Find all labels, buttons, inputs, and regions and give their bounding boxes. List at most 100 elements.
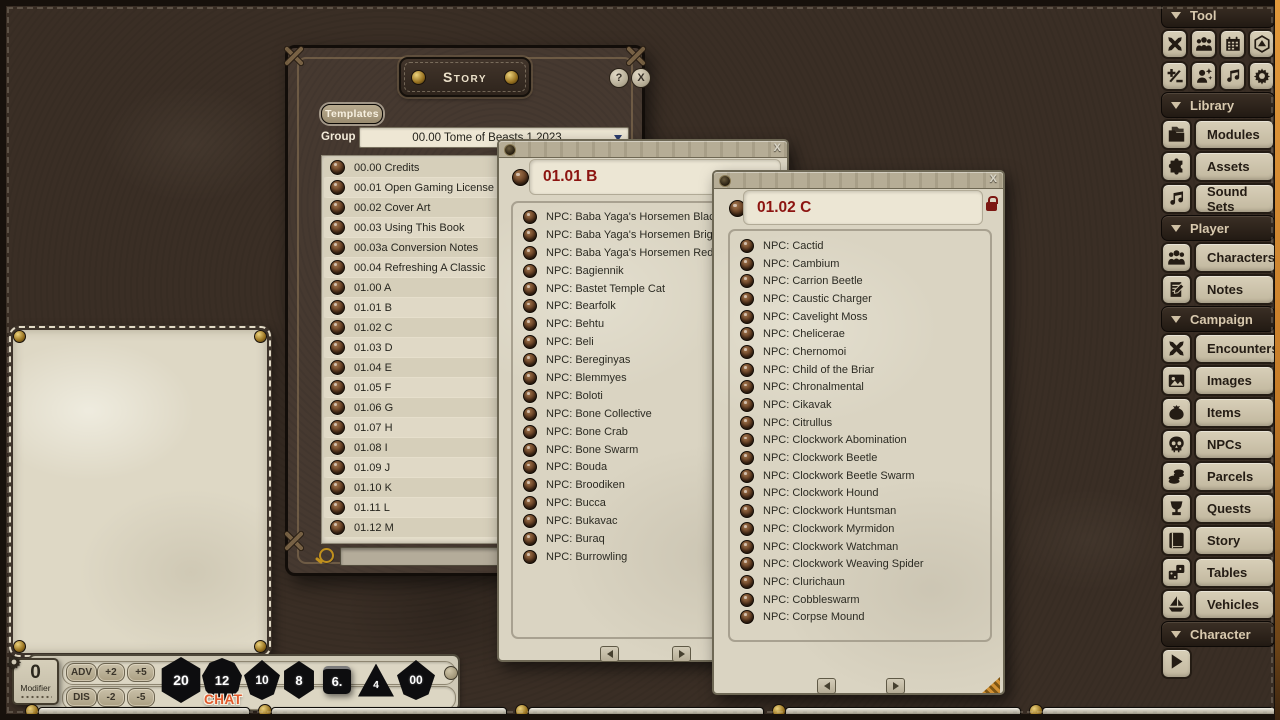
npc-link-label[interactable]: NPC: Blemmyes [546,372,627,384]
link-orb-icon[interactable] [330,380,345,395]
npc-link-label[interactable]: NPC: Buraq [546,533,605,545]
link-orb-icon[interactable] [523,532,537,546]
d100-die[interactable]: 00 [397,660,435,700]
link-orb-icon[interactable] [523,514,537,528]
sidebar-icon-button[interactable] [1161,589,1192,620]
npc-link-label[interactable]: NPC: Caustic Charger [763,293,872,305]
npc-link-row[interactable]: NPC: Clockwork Watchman [730,538,990,556]
link-orb-icon[interactable] [740,310,754,324]
sidebar-icon-button[interactable] [1161,242,1192,273]
npc-link-label[interactable]: NPC: Chelicerae [763,328,845,340]
link-orb-icon[interactable] [330,300,345,315]
npc-link-label[interactable]: NPC: Clurichaun [763,576,845,588]
link-orb-icon[interactable] [740,292,754,306]
link-orb-icon[interactable] [330,280,345,295]
npc-link-label[interactable]: NPC: Clockwork Weaving Spider [763,558,924,570]
npc-link-row[interactable]: NPC: Child of the Briar [730,361,990,379]
npc-link-label[interactable]: NPC: Corpse Mound [763,611,865,623]
npc-link-row[interactable]: NPC: Cobbleswarm [730,591,990,609]
npc-link-label[interactable]: NPC: Clockwork Watchman [763,541,898,553]
window-title-box[interactable]: 01.02 C [743,190,983,225]
link-orb-icon[interactable] [330,260,345,275]
npc-link-row[interactable]: NPC: Cactid [730,237,990,255]
npc-link-label[interactable]: NPC: Burrowling [546,551,627,563]
npc-link-label[interactable]: NPC: Bastet Temple Cat [546,283,665,295]
page-next-button[interactable] [886,678,905,694]
npc-link-row[interactable]: NPC: Chronalmental [730,379,990,397]
chat-scroll-knob[interactable] [444,666,458,680]
link-orb-icon[interactable] [740,610,754,624]
link-orb-icon[interactable] [330,220,345,235]
npc-link-row[interactable]: NPC: Clockwork Abomination [730,432,990,450]
story-entry-label[interactable]: 01.01 B [354,302,392,314]
npc-link-row[interactable]: NPC: Clockwork Beetle [730,449,990,467]
link-orb-icon[interactable] [523,425,537,439]
npc-link-row[interactable]: NPC: Clockwork Hound [730,485,990,503]
resize-grip[interactable] [982,677,1000,693]
link-orb-icon[interactable] [330,180,345,195]
npc-link-row[interactable]: NPC: Chelicerae [730,325,990,343]
npc-link-label[interactable]: NPC: Bone Crab [546,426,628,438]
npc-link-row[interactable]: NPC: Carrion Beetle [730,272,990,290]
gear-icon[interactable] [6,654,22,670]
sidebar-icon-button[interactable] [1161,274,1192,305]
link-orb-icon[interactable] [330,440,345,455]
npc-link-label[interactable]: NPC: Bagiennik [546,265,624,277]
link-orb-icon[interactable] [740,593,754,607]
npc-link-label[interactable]: NPC: Clockwork Beetle [763,452,877,464]
npc-link-label[interactable]: NPC: Child of the Briar [763,364,874,376]
npc-link-label[interactable]: NPC: Bearfolk [546,300,616,312]
link-orb-icon[interactable] [330,160,345,175]
disadvantage-button[interactable]: DIS [66,688,97,707]
story-entry-label[interactable]: 00.04 Refreshing A Classic [354,262,485,274]
sidebar-label-button[interactable]: Items [1194,397,1275,428]
npc-link-label[interactable]: NPC: Cikavak [763,399,831,411]
link-orb-icon[interactable] [740,257,754,271]
minus2-button[interactable]: -2 [97,688,125,707]
npc-link-row[interactable]: NPC: Chernomoi [730,343,990,361]
link-orb-icon[interactable] [330,480,345,495]
link-orb-icon[interactable] [330,320,345,335]
npc-link-label[interactable]: NPC: Cactid [763,240,824,252]
story-entry-label[interactable]: 01.12 M [354,522,394,534]
link-orb-icon[interactable] [740,469,754,483]
link-orb-icon[interactable] [523,443,537,457]
sidebar-label-button[interactable]: Characters [1194,242,1277,273]
sidebar-section-tool[interactable]: Tool [1161,2,1275,28]
sidebar-label-button[interactable]: Sound Sets [1194,183,1275,214]
link-orb-icon[interactable] [740,239,754,253]
close-button[interactable]: X [631,68,651,88]
link-orb-icon[interactable] [523,550,537,564]
npc-link-label[interactable]: NPC: Cambium [763,258,839,270]
sidebar-icon-button[interactable] [1161,365,1192,396]
window-titlebar[interactable]: X [714,172,1003,189]
story-window-title-plate[interactable]: Story [399,57,531,97]
story-entry-label[interactable]: 00.02 Cover Art [354,202,430,214]
sidebar-icon-button[interactable] [1161,397,1192,428]
sidebar-icon-button[interactable] [1161,557,1192,588]
sidebar-icon-button[interactable] [1161,151,1192,182]
npc-link-label[interactable]: NPC: Cobbleswarm [763,594,860,606]
page-previous-button[interactable] [600,646,619,662]
link-orb-icon[interactable] [523,496,537,510]
tool-button[interactable] [1219,61,1246,91]
link-orb-icon[interactable] [523,264,537,278]
link-orb-icon[interactable] [740,345,754,359]
story-entry-label[interactable]: 01.07 H [354,422,393,434]
link-orb-icon[interactable] [740,522,754,536]
npc-link-label[interactable]: NPC: Clockwork Abomination [763,434,907,446]
link-orb-icon[interactable] [523,228,537,242]
link-orb-icon[interactable] [740,486,754,500]
lock-icon[interactable] [986,202,997,211]
d6-die[interactable]: 6. [323,666,351,694]
minus5-button[interactable]: -5 [127,688,155,707]
sidebar-label-button[interactable]: Images [1194,365,1275,396]
npc-link-label[interactable]: NPC: Clockwork Beetle Swarm [763,470,915,482]
sidebar-label-button[interactable]: Encounters [1194,333,1280,364]
link-orb-icon[interactable] [523,353,537,367]
hotkey-slot[interactable] [271,707,507,718]
story-entry-label[interactable]: 01.10 K [354,482,392,494]
hotkey-slot[interactable] [38,707,250,718]
npc-link-label[interactable]: NPC: Boloti [546,390,603,402]
templates-button[interactable]: Templates [321,104,383,124]
